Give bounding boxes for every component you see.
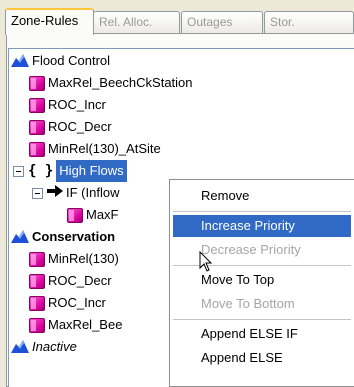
rule-icon <box>29 75 45 91</box>
tree-node-minrel-atsite[interactable]: MinRel(130)_AtSite <box>29 138 161 160</box>
rule-icon <box>29 97 45 113</box>
context-menu: Remove Increase Priority Decrease Priori… <box>169 179 354 387</box>
tree-node-label: ROC_Incr <box>48 295 106 310</box>
tree-node-label: MaxRel_BeechCkStation <box>48 75 193 90</box>
tree-node-roc-incr-cons[interactable]: ROC_Incr <box>29 292 106 314</box>
tree-node-roc-incr[interactable]: ROC_Incr <box>29 94 106 116</box>
rule-icon <box>29 141 45 157</box>
menu-item-remove[interactable]: Remove <box>173 185 351 207</box>
arrow-right-icon <box>47 182 63 204</box>
tree-node-maxrel-bee[interactable]: MaxRel_Bee <box>29 314 122 336</box>
flag-icon <box>11 54 29 68</box>
tree-node-label: Inactive <box>32 339 77 354</box>
tree-node-flood-control[interactable]: Flood Control <box>11 50 110 72</box>
rule-icon <box>29 295 45 311</box>
rule-icon <box>29 317 45 333</box>
collapse-icon[interactable] <box>13 165 24 177</box>
tree-node-label: Conservation <box>32 229 116 244</box>
rule-icon <box>29 119 45 135</box>
tree-node-label: MaxRel_Bee <box>48 317 123 332</box>
menu-item-append-else[interactable]: Append ELSE <box>173 347 351 369</box>
menu-item-append-else-if[interactable]: Append ELSE IF <box>173 323 351 345</box>
tree-node-label: ROC_Incr <box>48 97 106 112</box>
tree-node-label: MinRel(130) <box>48 251 119 266</box>
tree-node-maxf[interactable]: MaxF <box>67 204 119 226</box>
tree-node-maxrel-beech[interactable]: MaxRel_BeechCkStation <box>29 72 193 94</box>
tree-node-roc-decr[interactable]: ROC_Decr <box>29 116 112 138</box>
tree-node-minrel-cons[interactable]: MinRel(130) <box>29 248 119 270</box>
tree-node-label: ROC_Decr <box>48 119 112 134</box>
flag-icon <box>11 230 29 244</box>
menu-separator <box>173 319 351 320</box>
tree-node-label: Flood Control <box>32 53 111 68</box>
tree-node-label: IF (Inflow <box>66 185 120 200</box>
tab-rel-alloc[interactable]: Rel. Alloc. <box>93 11 180 33</box>
rule-icon <box>29 251 45 267</box>
tab-bar: Rel. Alloc. Outages Stor. Zone-Rules <box>0 0 354 35</box>
tree-node-braces: { } <box>28 163 54 179</box>
tree-node-roc-decr-cons[interactable]: ROC_Decr <box>29 270 112 292</box>
tree-node-label-selected: High Flows <box>56 160 127 182</box>
tree-node-conservation[interactable]: Conservation <box>11 226 115 248</box>
menu-separator <box>173 211 351 212</box>
collapse-icon[interactable] <box>32 187 43 199</box>
menu-item-increase-priority[interactable]: Increase Priority <box>173 215 351 237</box>
tree-node-label: MaxF <box>86 207 119 222</box>
tree-node-inactive[interactable]: Inactive <box>11 336 77 358</box>
tree-node-if-inflow[interactable]: IF (Inflow <box>32 182 119 204</box>
rule-icon <box>29 273 45 289</box>
tab-outages[interactable]: Outages <box>181 11 263 33</box>
flag-icon <box>11 340 29 354</box>
mouse-cursor-icon <box>199 250 213 276</box>
tab-stor[interactable]: Stor. <box>264 11 354 33</box>
tree-node-high-flows[interactable]: { } High Flows <box>13 160 127 182</box>
rule-icon <box>67 207 83 223</box>
tab-zone-rules[interactable]: Zone-Rules <box>5 8 94 35</box>
tree-node-label: ROC_Decr <box>48 273 112 288</box>
menu-item-move-to-bottom: Move To Bottom <box>201 296 295 311</box>
tree-node-label: MinRel(130)_AtSite <box>48 141 161 156</box>
